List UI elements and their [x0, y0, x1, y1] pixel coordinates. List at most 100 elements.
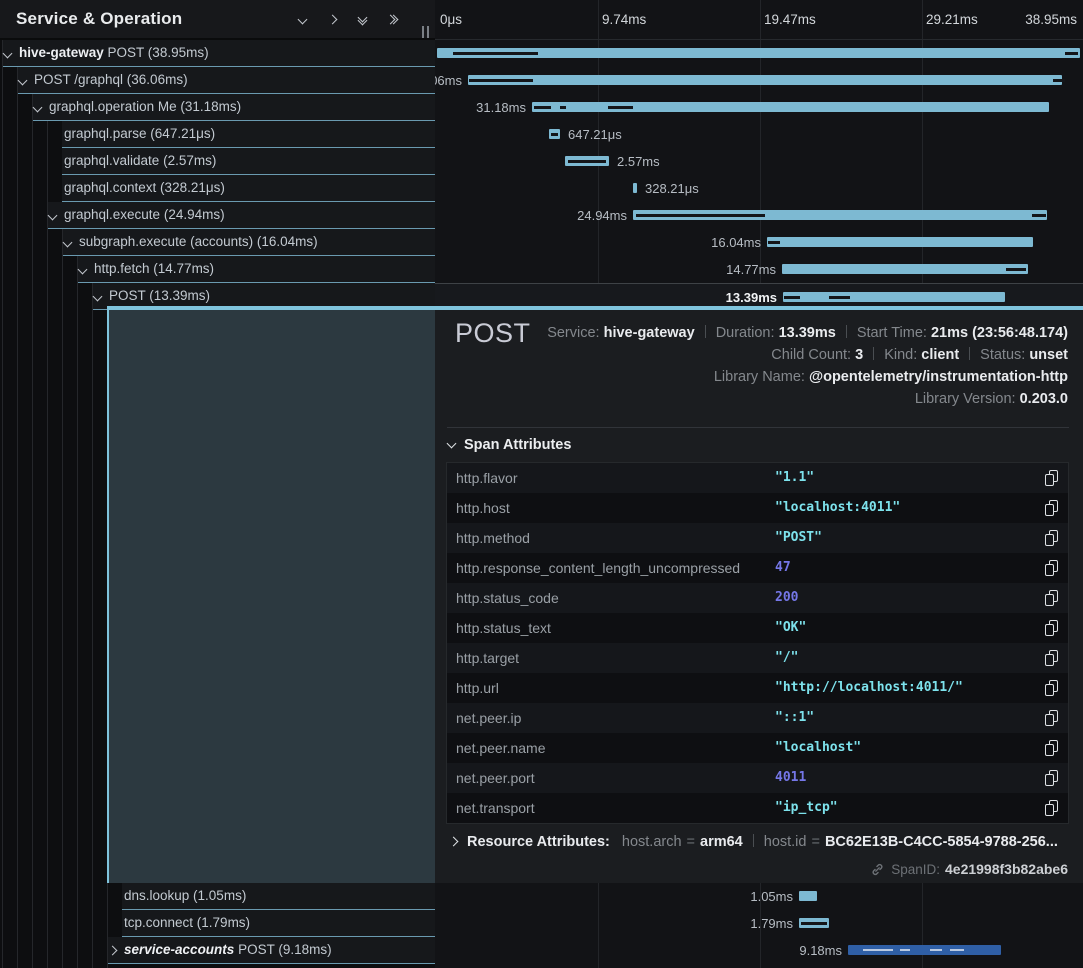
panel-resize-grip[interactable] [421, 26, 431, 38]
span-row[interactable]: tcp.connect (1.79ms) [0, 910, 435, 937]
meta-value: 21ms (23:56:48.174) [931, 325, 1068, 341]
span-bar-subsegment [453, 52, 538, 55]
collapse-one-icon[interactable] [291, 8, 313, 30]
ruler-tick-label: 29.21ms [926, 0, 978, 39]
timeline-row: 16.04ms [435, 229, 1083, 256]
span-bar[interactable] [633, 183, 637, 193]
span-bar[interactable] [767, 237, 1033, 247]
timeline-row: 24.94ms [435, 202, 1083, 229]
span-row-label: dns.lookup (1.05ms) [124, 883, 246, 909]
attribute-row: http.status_text"OK" [447, 613, 1068, 643]
span-bar[interactable] [565, 156, 609, 166]
span-id-label: SpanID: [891, 862, 940, 877]
span-bar-subsegment [469, 79, 533, 82]
span-attributes-toggle[interactable]: Span Attributes [448, 437, 571, 459]
copy-icon[interactable] [1045, 740, 1058, 756]
span-bar[interactable] [848, 945, 1001, 955]
copy-icon[interactable] [1045, 800, 1058, 816]
copy-icon[interactable] [1045, 650, 1058, 666]
attribute-row: net.peer.name"localhost" [447, 733, 1068, 763]
span-row[interactable]: subgraph.execute (accounts) (16.04ms) [0, 229, 435, 256]
expand-one-icon[interactable] [321, 8, 343, 30]
span-bar-subsegment [1065, 52, 1078, 55]
span-row[interactable]: graphql.execute (24.94ms) [0, 202, 435, 229]
timeline-row: 647.21μs [435, 121, 1083, 148]
meta-value: unset [1029, 347, 1068, 363]
span-duration-label: 24.94ms [577, 202, 627, 229]
span-row[interactable]: graphql.validate (2.57ms) [0, 148, 435, 175]
attribute-key: http.status_code [456, 583, 559, 613]
timeline-row [435, 40, 1083, 67]
span-bar[interactable] [549, 129, 560, 139]
attribute-key: net.peer.port [456, 763, 535, 793]
span-row[interactable]: graphql.context (328.21μs) [0, 175, 435, 202]
copy-icon[interactable] [1045, 500, 1058, 516]
ruler-tick-label: 38.95ms [1025, 0, 1077, 39]
detail-top-accent [107, 306, 1083, 310]
meta-label: Start Time: [857, 325, 931, 341]
span-row[interactable]: service-accounts POST (9.18ms) [0, 937, 435, 964]
copy-icon[interactable] [1045, 590, 1058, 606]
span-bar[interactable] [468, 75, 1062, 85]
copy-icon[interactable] [1045, 770, 1058, 786]
span-duration-label: 1.79ms [750, 910, 793, 937]
span-detail-title: POST [455, 318, 531, 349]
copy-icon[interactable] [1045, 710, 1058, 726]
meta-label: Child Count: [771, 347, 855, 363]
span-duration-label: 31.18ms [476, 94, 526, 121]
collapse-all-icon[interactable] [351, 8, 373, 30]
span-bar-subsegment [829, 296, 850, 299]
span-row[interactable]: dns.lookup (1.05ms) [0, 883, 435, 910]
meta-divider [705, 325, 706, 338]
span-row-label: graphql.parse (647.21μs) [64, 121, 215, 147]
attribute-value: "1.1" [775, 463, 814, 493]
expand-all-icon[interactable] [381, 8, 403, 30]
attribute-key: http.url [456, 673, 499, 703]
span-detail-meta: Service: hive-gatewayDuration: 13.39msSt… [547, 322, 1068, 410]
span-row-label: subgraph.execute (accounts) (16.04ms) [79, 229, 318, 255]
span-row[interactable]: hive-gateway POST (38.95ms) [0, 40, 435, 67]
attribute-key: http.response_content_length_uncompresse… [456, 553, 740, 583]
meta-label: Library Version: [915, 391, 1020, 407]
span-row[interactable]: graphql.parse (647.21μs) [0, 121, 435, 148]
span-duration-label: 9.18ms [799, 937, 842, 964]
resource-attributes-toggle[interactable]: Resource Attributes:host.arch=arm64host.… [450, 834, 1058, 856]
span-detail-panel: POST Service: hive-gatewayDuration: 13.3… [435, 310, 1083, 883]
span-bar[interactable] [799, 891, 817, 901]
span-row-label: graphql.execute (24.94ms) [64, 202, 225, 228]
span-row[interactable]: graphql.operation Me (31.18ms) [0, 94, 435, 121]
span-bar[interactable] [799, 918, 829, 928]
span-id-row: SpanID: 4e21998f3b82abe6 [870, 861, 1068, 881]
attribute-row: http.target"/" [447, 643, 1068, 673]
copy-icon[interactable] [1045, 470, 1058, 486]
copy-icon[interactable] [1045, 620, 1058, 636]
span-bar[interactable] [437, 48, 1080, 58]
attribute-key: http.status_text [456, 613, 551, 643]
span-row-label: tcp.connect (1.79ms) [124, 910, 250, 936]
span-bar-subsegment [1032, 214, 1046, 217]
span-row[interactable]: http.fetch (14.77ms) [0, 256, 435, 283]
span-bar-subsegment [950, 949, 964, 951]
span-bar[interactable] [782, 264, 1028, 274]
detail-divider [447, 427, 1069, 428]
resource-value: BC62E13B-C4CC-5854-9788-256... [825, 834, 1058, 850]
attribute-row: http.url"http://localhost:4011/" [447, 673, 1068, 703]
span-duration-label: 1.05ms [750, 883, 793, 910]
copy-icon[interactable] [1045, 560, 1058, 576]
attribute-key: http.host [456, 493, 510, 523]
span-row[interactable]: POST /graphql (36.06ms) [0, 67, 435, 94]
span-bar[interactable] [783, 292, 1005, 302]
attribute-key: net.transport [456, 793, 535, 823]
span-duration-label: 328.21μs [645, 175, 699, 202]
attribute-key: http.method [456, 523, 530, 553]
attribute-row: http.host"localhost:4011" [447, 493, 1068, 523]
span-id-value: 4e21998f3b82abe6 [945, 861, 1068, 877]
copy-icon[interactable] [1045, 530, 1058, 546]
timeline-row: 1.05ms [435, 883, 1083, 910]
copy-icon[interactable] [1045, 680, 1058, 696]
meta-divider [846, 325, 847, 338]
span-bar[interactable] [633, 210, 1047, 220]
span-bar[interactable] [532, 102, 1049, 112]
span-row-label: graphql.operation Me (31.18ms) [49, 94, 241, 120]
span-bar-subsegment [900, 949, 910, 951]
